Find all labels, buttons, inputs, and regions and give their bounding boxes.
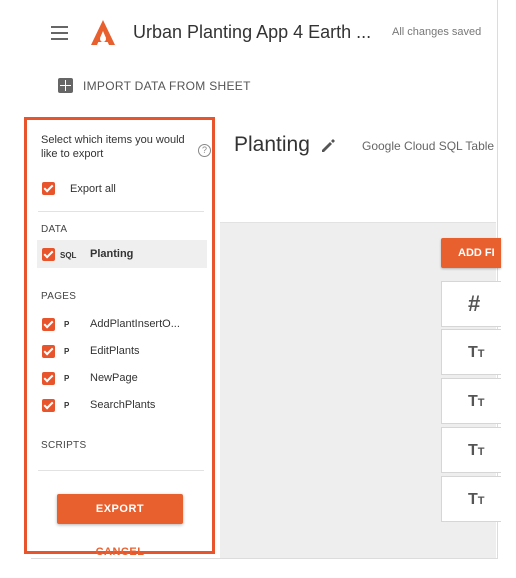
page-title: Planting xyxy=(234,133,310,156)
cancel-button[interactable]: CANCEL xyxy=(57,546,183,558)
top-app-bar: Urban Planting App 4 Earth ... All chang… xyxy=(31,0,496,65)
page-item-label: NewPage xyxy=(90,372,138,384)
page-item-checkbox[interactable] xyxy=(42,372,55,385)
export-all-checkbox[interactable] xyxy=(42,182,55,195)
section-scripts-label: SCRIPTS xyxy=(41,440,87,451)
app-logo-icon xyxy=(91,20,115,45)
number-field-card[interactable]: # xyxy=(441,281,501,327)
text-field-card[interactable]: TT xyxy=(441,378,501,424)
app-title: Urban Planting App 4 Earth ... xyxy=(133,22,372,42)
data-item-checkbox[interactable] xyxy=(42,248,55,261)
section-data-label: DATA xyxy=(41,224,68,235)
import-toolbar: IMPORT DATA FROM SHEET xyxy=(31,64,496,108)
import-data-button[interactable]: IMPORT DATA FROM SHEET xyxy=(83,79,251,93)
page-item-checkbox[interactable] xyxy=(42,345,55,358)
sql-tag: SQL xyxy=(60,251,77,260)
data-item-label: Planting xyxy=(90,248,134,260)
menu-icon[interactable] xyxy=(51,26,68,40)
text-type-icon: TT xyxy=(468,491,485,508)
export-question: Select which items you would like to exp… xyxy=(41,134,185,160)
page-item-checkbox[interactable] xyxy=(42,399,55,412)
export-all-label: Export all xyxy=(70,183,116,195)
text-field-card[interactable]: TT xyxy=(441,329,501,375)
page-item-label: AddPlantInsertO... xyxy=(90,318,180,330)
help-icon[interactable]: ? xyxy=(198,144,211,157)
text-type-icon: TT xyxy=(468,442,485,459)
text-type-icon: TT xyxy=(468,393,485,410)
text-field-card[interactable]: TT xyxy=(441,476,501,522)
export-panel: Select which items you would like to exp… xyxy=(24,117,215,558)
add-field-button[interactable]: ADD FI xyxy=(441,238,501,268)
text-field-card[interactable]: TT xyxy=(441,427,501,473)
page-item-label: SearchPlants xyxy=(90,399,156,411)
page-tag: P xyxy=(64,401,70,410)
page-item-label: EditPlants xyxy=(90,345,140,357)
divider xyxy=(38,211,204,212)
section-pages-label: PAGES xyxy=(41,291,77,302)
hash-icon: # xyxy=(468,291,481,316)
page-tag: P xyxy=(64,347,70,356)
table-header: Planting Google Cloud SQL Table xyxy=(220,107,496,223)
table-type-label: Google Cloud SQL Table xyxy=(362,139,495,153)
edit-pencil-icon[interactable] xyxy=(320,138,336,154)
sheet-icon[interactable] xyxy=(58,78,73,93)
page-tag: P xyxy=(64,374,70,383)
text-type-icon: TT xyxy=(468,344,485,361)
page-item-checkbox[interactable] xyxy=(42,318,55,331)
save-status: All changes saved xyxy=(392,26,482,38)
page-tag: P xyxy=(64,320,70,329)
export-button[interactable]: EXPORT xyxy=(57,494,183,524)
fields-area: ADD FI # TT TT TT TT xyxy=(220,223,501,558)
divider xyxy=(38,470,204,471)
